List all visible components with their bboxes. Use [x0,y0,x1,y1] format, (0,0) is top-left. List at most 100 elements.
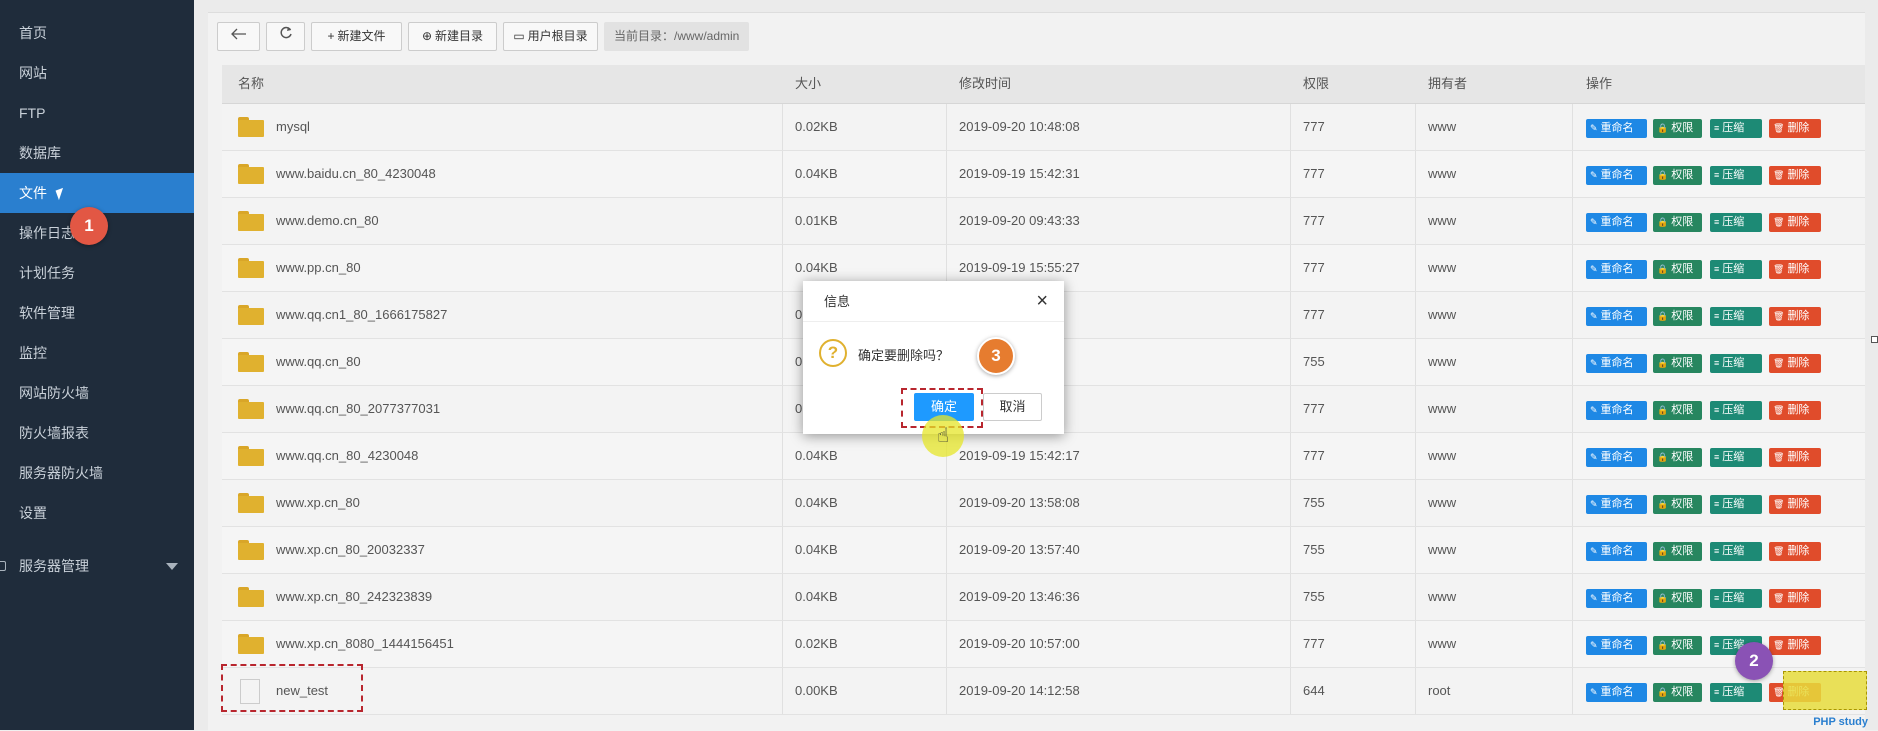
file-name[interactable]: www.xp.cn_80_20032337 [276,527,425,573]
sidebar-item-settings[interactable]: 设置 [0,493,194,533]
perm-button[interactable]: 🔒 权限 [1653,401,1702,420]
file-name[interactable]: mysql [276,104,310,150]
delete-button[interactable]: 🗑删除 [1769,166,1821,185]
delete-button[interactable]: 🗑删除 [1769,495,1821,514]
zip-button[interactable]: ≡ 压缩 [1710,260,1762,279]
file-name[interactable]: www.xp.cn_80 [276,480,360,526]
file-name[interactable]: www.demo.cn_80 [276,198,379,244]
sidebar-item-waf[interactable]: 网站防火墙 [0,373,194,413]
table-row[interactable]: www.xp.cn_8080_1444156451 0.02KB 2019-09-2… [222,621,1865,668]
sidebar-item-ftp[interactable]: FTP [0,93,194,133]
back-button[interactable] [217,22,260,51]
perm-button[interactable]: 🔒 权限 [1653,119,1702,138]
perm-button[interactable]: 🔒 权限 [1653,354,1702,373]
perm-button[interactable]: 🔒 权限 [1653,542,1702,561]
table-row[interactable]: new_test 0.00KB 2019-09-20 14:12:58 644 root… [222,668,1865,715]
close-icon[interactable]: × [1036,291,1048,311]
file-name[interactable]: www.qq.cn1_80_1666175827 [276,292,447,338]
sidebar-item-server-firewall[interactable]: 服务器防火墙 [0,453,194,493]
resize-handle[interactable] [1871,336,1878,343]
rename-button[interactable]: ✎ 重命名 [1586,119,1647,138]
delete-button[interactable]: 🗑删除 [1769,448,1821,467]
file-name[interactable]: www.pp.cn_80 [276,245,361,291]
perm-button[interactable]: 🔒 权限 [1653,636,1702,655]
header-size[interactable]: 大小 [795,65,821,103]
file-name[interactable]: www.xp.cn_8080_1444156451 [276,621,454,667]
zip-button[interactable]: ≡ 压缩 [1710,119,1762,138]
delete-button[interactable]: 🗑删除 [1769,307,1821,326]
perm-button[interactable]: 🔒 权限 [1653,213,1702,232]
delete-button[interactable]: 🗑删除 [1769,354,1821,373]
zip-button[interactable]: ≡ 压缩 [1710,495,1762,514]
user-root-button[interactable]: ▭ 用户根目录 [503,22,598,51]
refresh-button[interactable] [266,22,305,51]
file-name[interactable]: www.qq.cn_80 [276,339,361,385]
zip-button[interactable]: ≡ 压缩 [1710,589,1762,608]
rename-button[interactable]: ✎ 重命名 [1586,213,1647,232]
sidebar-item-website[interactable]: 网站 [0,53,194,93]
zip-button[interactable]: ≡ 压缩 [1710,213,1762,232]
delete-button[interactable]: 🗑删除 [1769,119,1821,138]
perm-button[interactable]: 🔒 权限 [1653,307,1702,326]
header-mtime[interactable]: 修改时间 [959,65,1011,103]
table-row[interactable]: mysql 0.02KB 2019-09-20 10:48:08 777 www ✎ 重命名… [222,104,1865,151]
perm-button[interactable]: 🔒 权限 [1653,589,1702,608]
rename-button[interactable]: ✎ 重命名 [1586,260,1647,279]
zip-button[interactable]: ≡ 压缩 [1710,683,1762,702]
table-row[interactable]: www.xp.cn_80 0.04KB 2019-09-20 13:58:08 755… [222,480,1865,527]
rename-button[interactable]: ✎ 重命名 [1586,401,1647,420]
perm-button[interactable]: 🔒 权限 [1653,495,1702,514]
new-directory-button[interactable]: ⊕ 新建目录 [408,22,497,51]
sidebar-item-files[interactable]: 文件 [0,173,194,213]
sidebar-item-home[interactable]: 首页 [0,13,194,53]
perm-button[interactable]: 🔒 权限 [1653,166,1702,185]
file-name[interactable]: www.qq.cn_80_4230048 [276,433,418,479]
sidebar-item-firewall-report[interactable]: 防火墙报表 [0,413,194,453]
new-file-button[interactable]: + 新建文件 [311,22,402,51]
delete-button[interactable]: 🗑删除 [1769,260,1821,279]
delete-button[interactable]: 🗑删除 [1769,589,1821,608]
zip-button[interactable]: ≡ 压缩 [1710,166,1762,185]
table-row[interactable]: www.xp.cn_80_242323839 0.04KB 2019-09-20 1… [222,574,1865,621]
table-row[interactable]: www.xp.cn_80_20032337 0.04KB 2019-09-20 13… [222,527,1865,574]
file-name[interactable]: www.baidu.cn_80_4230048 [276,151,436,197]
rename-button[interactable]: ✎ 重命名 [1586,683,1647,702]
delete-label: 删除 [1787,592,1810,604]
zip-button[interactable]: ≡ 压缩 [1710,448,1762,467]
rename-button[interactable]: ✎ 重命名 [1586,166,1647,185]
rename-button[interactable]: ✎ 重命名 [1586,307,1647,326]
sidebar-item-cron[interactable]: 计划任务 [0,253,194,293]
header-perm[interactable]: 权限 [1303,65,1329,103]
header-owner[interactable]: 拥有者 [1428,65,1467,103]
delete-button[interactable]: 🗑删除 [1769,213,1821,232]
rename-button[interactable]: ✎ 重命名 [1586,495,1647,514]
rename-button[interactable]: ✎ 重命名 [1586,542,1647,561]
zip-button[interactable]: ≡ 压缩 [1710,307,1762,326]
perm-button[interactable]: 🔒 权限 [1653,260,1702,279]
sidebar-item-database[interactable]: 数据库 [0,133,194,173]
table-row[interactable]: www.baidu.cn_80_4230048 0.04KB 2019-09-19 … [222,151,1865,198]
trash-icon: 🗑 [1773,593,1785,603]
file-name[interactable]: www.qq.cn_80_2077377031 [276,386,440,432]
confirm-cancel-button[interactable]: 取消 [983,393,1042,421]
rename-button[interactable]: ✎ 重命名 [1586,354,1647,373]
rename-button[interactable]: ✎ 重命名 [1586,589,1647,608]
sidebar-item-software[interactable]: 软件管理 [0,293,194,333]
zip-button[interactable]: ≡ 压缩 [1710,401,1762,420]
file-size: 0.04KB [795,589,838,604]
delete-button[interactable]: 🗑删除 [1769,636,1821,655]
rename-button[interactable]: ✎ 重命名 [1586,448,1647,467]
delete-button[interactable]: 🗑删除 [1769,401,1821,420]
table-row[interactable]: www.qq.cn_80_4230048 0.04KB 2019-09-19 15:… [222,433,1865,480]
sidebar-group-server-management[interactable]: 服务器管理 [0,546,194,586]
rename-button[interactable]: ✎ 重命名 [1586,636,1647,655]
file-name[interactable]: www.xp.cn_80_242323839 [276,574,432,620]
delete-button[interactable]: 🗑删除 [1769,542,1821,561]
header-name[interactable]: 名称 [238,65,264,103]
perm-button[interactable]: 🔒 权限 [1653,448,1702,467]
zip-button[interactable]: ≡ 压缩 [1710,542,1762,561]
table-row[interactable]: www.demo.cn_80 0.01KB 2019-09-20 09:43:33 7… [222,198,1865,245]
perm-button[interactable]: 🔒 权限 [1653,683,1702,702]
sidebar-item-monitor[interactable]: 监控 [0,333,194,373]
zip-button[interactable]: ≡ 压缩 [1710,354,1762,373]
